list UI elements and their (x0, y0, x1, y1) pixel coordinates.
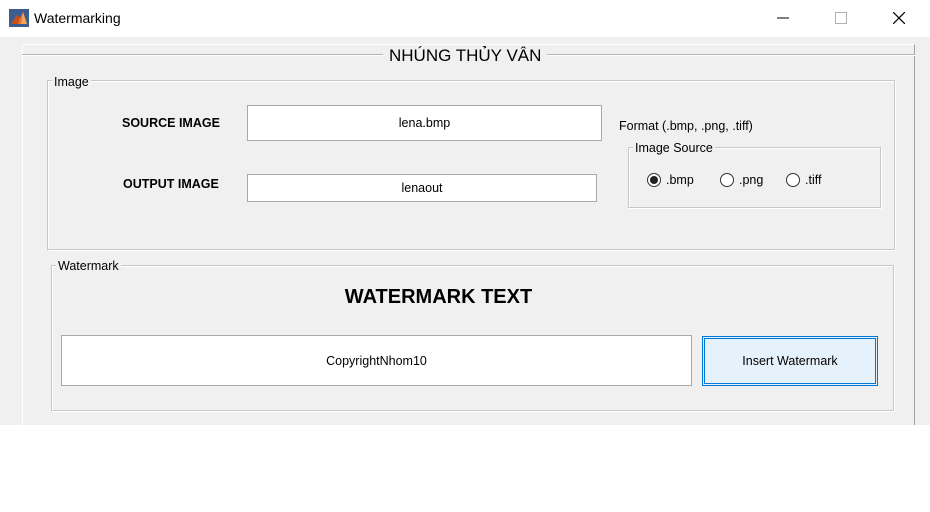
close-button[interactable] (876, 0, 922, 36)
radio-tiff[interactable]: .tiff (786, 173, 821, 187)
radio-tiff-label: .tiff (805, 173, 822, 187)
format-hint: Format (.bmp, .png, .tiff) (619, 119, 753, 133)
source-image-label: SOURCE IMAGE (122, 116, 220, 130)
close-icon (893, 12, 905, 24)
radio-png[interactable]: .png (720, 173, 763, 187)
watermark-heading: WATERMARK TEXT (344, 286, 533, 308)
matlab-icon (9, 9, 29, 27)
source-image-field[interactable]: lena.bmp (247, 105, 602, 141)
image-group-label: Image (52, 74, 91, 90)
radio-png-label: .png (739, 173, 764, 187)
radio-selected-icon (647, 173, 661, 187)
blank-area (0, 425, 930, 512)
maximize-button[interactable] (818, 0, 864, 36)
minimize-button[interactable] (760, 0, 806, 36)
minimize-icon (777, 17, 789, 19)
maximize-icon (835, 12, 847, 24)
radio-unselected-icon (720, 173, 734, 187)
image-source-label: Image Source (633, 140, 715, 156)
radio-unselected-icon (786, 173, 800, 187)
watermark-group-label: Watermark (56, 258, 121, 274)
insert-watermark-button[interactable]: Insert Watermark (702, 336, 878, 386)
title-bar: Watermarking (0, 0, 930, 37)
output-image-label: OUTPUT IMAGE (123, 177, 219, 191)
radio-bmp-label: .bmp (666, 173, 694, 187)
panel-title: NHÚNG THỦY VÂN (383, 45, 548, 67)
output-image-field[interactable]: lenaout (247, 174, 597, 202)
watermark-text-field[interactable]: CopyrightNhom10 (61, 335, 692, 386)
radio-bmp[interactable]: .bmp (647, 173, 694, 187)
window-title: Watermarking (34, 10, 121, 26)
